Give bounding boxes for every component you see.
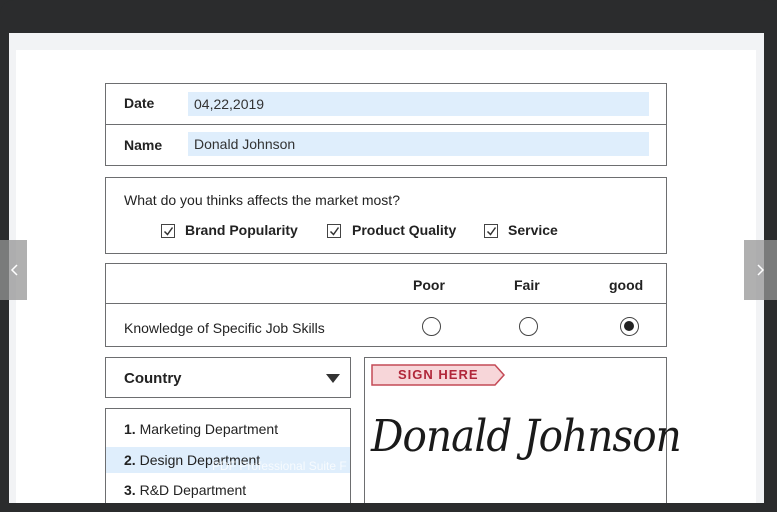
service-label: Service bbox=[508, 222, 558, 238]
sign-here-tag: SIGN HERE bbox=[371, 364, 505, 386]
next-slide-button[interactable] bbox=[744, 240, 777, 300]
poor-radio[interactable] bbox=[422, 317, 441, 336]
date-field[interactable]: 04,22,2019 bbox=[188, 92, 649, 116]
good-radio[interactable] bbox=[620, 317, 639, 336]
department-list: 1. Marketing Department 2. Design Depart… bbox=[105, 408, 351, 503]
checkmark-icon bbox=[329, 227, 340, 236]
checkmark-icon bbox=[486, 227, 497, 236]
name-field[interactable]: Donald Johnson bbox=[188, 132, 649, 156]
product-quality-checkbox[interactable] bbox=[327, 224, 341, 238]
form-page: Date 04,22,2019 Name Donald Johnson What… bbox=[16, 50, 756, 503]
rating-row-label: Knowledge of Specific Job Skills bbox=[124, 320, 325, 336]
name-label: Name bbox=[124, 137, 163, 153]
country-select[interactable]: Country bbox=[105, 357, 351, 398]
overlay-caption: PDF Professional Suite F bbox=[212, 459, 347, 473]
question-text: What do you thinks affects the market mo… bbox=[124, 192, 400, 208]
fair-radio[interactable] bbox=[519, 317, 538, 336]
country-label: Country bbox=[124, 370, 182, 387]
signature: Donald Johnson bbox=[371, 411, 682, 462]
date-label: Date bbox=[124, 95, 155, 111]
product-quality-label: Product Quality bbox=[352, 222, 457, 238]
personal-info-box: Date 04,22,2019 Name Donald Johnson bbox=[105, 83, 667, 166]
row-divider bbox=[106, 303, 666, 304]
dropdown-arrow-icon bbox=[326, 374, 340, 383]
brand-popularity-checkbox[interactable] bbox=[161, 224, 175, 238]
column-good: good bbox=[609, 277, 644, 293]
row-divider bbox=[106, 124, 666, 125]
chevron-right-icon bbox=[756, 264, 764, 276]
question-box: What do you thinks affects the market mo… bbox=[105, 177, 667, 254]
list-item[interactable]: 1. Marketing Department bbox=[106, 416, 350, 442]
list-item[interactable]: 3. R&D Department bbox=[106, 477, 350, 503]
screen: Date 04,22,2019 Name Donald Johnson What… bbox=[9, 33, 764, 503]
service-checkbox[interactable] bbox=[484, 224, 498, 238]
brand-popularity-label: Brand Popularity bbox=[185, 222, 298, 238]
sign-here-label: SIGN HERE bbox=[398, 367, 479, 382]
column-poor: Poor bbox=[413, 277, 445, 293]
signature-box[interactable]: SIGN HERE Donald Johnson bbox=[364, 357, 682, 503]
column-fair: Fair bbox=[514, 277, 540, 293]
rating-box: Poor Fair good Knowledge of Specific Job… bbox=[105, 263, 667, 347]
chevron-left-icon bbox=[10, 264, 18, 276]
previous-slide-button[interactable] bbox=[0, 240, 27, 300]
overlay-caption-suffix: Edit bbox=[517, 459, 535, 470]
checkmark-icon bbox=[163, 227, 174, 236]
